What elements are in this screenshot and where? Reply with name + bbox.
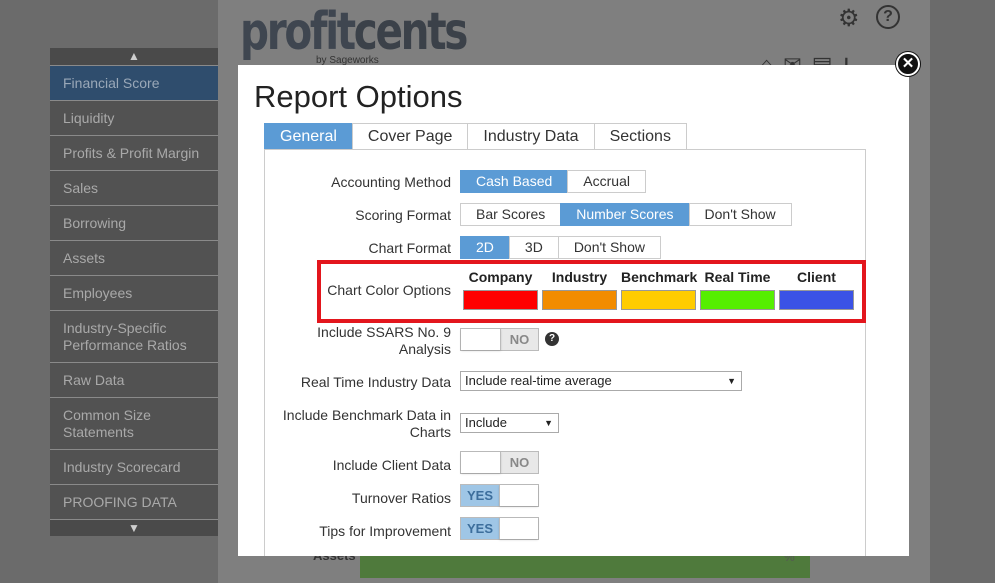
swatch-label: Benchmark xyxy=(621,269,698,285)
background-right xyxy=(930,0,995,583)
swatch-label: Company xyxy=(468,269,533,285)
tab-industry-data[interactable]: Industry Data xyxy=(467,123,595,150)
profitcents-logo: profitcents xyxy=(240,2,468,62)
color-swatches: Company Industry Benchmark Real Time Cli… xyxy=(463,269,858,310)
toggle-knob xyxy=(461,452,501,473)
chevron-down-icon: ▼ xyxy=(544,418,553,428)
sidebar-item-proofing-data[interactable]: PROOFING DATA xyxy=(50,484,218,519)
chart-color-options-label: Chart Color Options xyxy=(327,282,451,298)
sidebar-item-liquidity[interactable]: Liquidity xyxy=(50,100,218,135)
swatch-label: Real Time xyxy=(704,269,771,285)
gear-icon[interactable]: ⚙ xyxy=(838,4,860,33)
report-options-modal: Report Options General Cover Page Indust… xyxy=(238,65,909,556)
chart-dont-show-button[interactable]: Don't Show xyxy=(557,236,661,259)
toggle-text: NO xyxy=(509,332,530,347)
toggle-knob xyxy=(499,518,538,539)
toggle-knob xyxy=(461,329,501,350)
sidebar-item-common-size[interactable]: Common Size Statements xyxy=(50,397,218,449)
sidebar-item-borrowing[interactable]: Borrowing xyxy=(50,205,218,240)
swatch-label: Client xyxy=(797,269,836,285)
turnover-toggle[interactable]: YES xyxy=(460,484,539,507)
tips-toggle[interactable]: YES xyxy=(460,517,539,540)
help-icon[interactable]: ? xyxy=(876,5,900,29)
sidebar-item-raw-data[interactable]: Raw Data xyxy=(50,362,218,397)
swatch-color-industry[interactable] xyxy=(542,290,617,310)
scoring-format-group: Bar Scores Number Scores Don't Show xyxy=(460,203,792,226)
real-time-label: Real Time Industry Data xyxy=(300,374,451,390)
tab-sections[interactable]: Sections xyxy=(593,123,687,150)
scoring-dont-show-button[interactable]: Don't Show xyxy=(688,203,792,226)
benchmark-select[interactable]: Include ▼ xyxy=(460,413,559,433)
chart-format-label: Chart Format xyxy=(368,240,451,256)
sidebar: ▲ Financial Score Liquidity Profits & Pr… xyxy=(50,48,218,536)
sidebar-item-industry-scorecard[interactable]: Industry Scorecard xyxy=(50,449,218,484)
benchmark-label: Include Benchmark Data in Charts xyxy=(282,407,451,440)
swatch-color-real-time[interactable] xyxy=(700,290,775,310)
toggle-text: YES xyxy=(461,518,499,539)
accrual-button[interactable]: Accrual xyxy=(567,170,646,193)
benchmark-select-value: Include xyxy=(465,415,507,430)
swatch-label: Industry xyxy=(551,269,608,285)
accounting-method-group: Cash Based Accrual xyxy=(460,170,646,193)
sidebar-item-industry-ratios[interactable]: Industry-Specific Performance Ratios xyxy=(50,310,218,362)
sidebar-item-profits[interactable]: Profits & Profit Margin xyxy=(50,135,218,170)
close-icon[interactable]: ✕ xyxy=(896,52,920,76)
2d-button[interactable]: 2D xyxy=(460,236,510,259)
client-data-label: Include Client Data xyxy=(332,457,451,473)
tab-general[interactable]: General xyxy=(264,123,353,150)
help-icon[interactable]: ? xyxy=(545,332,559,346)
toggle-text: YES xyxy=(461,485,499,506)
tips-label: Tips for Improvement xyxy=(319,523,451,539)
accounting-method-label: Accounting Method xyxy=(331,174,451,190)
tab-cover-page[interactable]: Cover Page xyxy=(351,123,469,150)
sidebar-item-employees[interactable]: Employees xyxy=(50,275,218,310)
tab-bar: General Cover Page Industry Data Section… xyxy=(264,123,687,150)
swatch-industry: Industry xyxy=(542,269,617,310)
sidebar-item-financial-score[interactable]: Financial Score xyxy=(50,65,218,100)
client-data-toggle[interactable]: NO xyxy=(460,451,539,474)
real-time-select-value: Include real-time average xyxy=(465,373,612,388)
number-scores-button[interactable]: Number Scores xyxy=(560,203,690,226)
scroll-up-icon[interactable]: ▲ xyxy=(50,48,218,65)
swatch-color-company[interactable] xyxy=(463,290,538,310)
swatch-color-benchmark[interactable] xyxy=(621,290,696,310)
bar-scores-button[interactable]: Bar Scores xyxy=(460,203,562,226)
cash-based-button[interactable]: Cash Based xyxy=(460,170,569,193)
sidebar-item-sales[interactable]: Sales xyxy=(50,170,218,205)
turnover-label: Turnover Ratios xyxy=(351,490,451,506)
toggle-knob xyxy=(499,485,538,506)
swatch-benchmark: Benchmark xyxy=(621,269,698,310)
ssars-toggle[interactable]: NO xyxy=(460,328,539,351)
sidebar-item-assets[interactable]: Assets xyxy=(50,240,218,275)
scoring-format-label: Scoring Format xyxy=(355,207,451,223)
swatch-color-client[interactable] xyxy=(779,290,854,310)
ssars-label: Include SSARS No. 9 Analysis xyxy=(317,324,451,357)
chart-format-group: 2D 3D Don't Show xyxy=(460,236,661,259)
toggle-text: NO xyxy=(509,455,530,470)
swatch-client: Client xyxy=(779,269,854,310)
3d-button[interactable]: 3D xyxy=(508,236,559,259)
chevron-down-icon: ▼ xyxy=(727,376,736,386)
real-time-select[interactable]: Include real-time average ▼ xyxy=(460,371,742,391)
swatch-company: Company xyxy=(463,269,538,310)
swatch-real-time: Real Time xyxy=(700,269,775,310)
modal-title: Report Options xyxy=(254,79,463,114)
scroll-down-icon[interactable]: ▼ xyxy=(50,519,218,536)
